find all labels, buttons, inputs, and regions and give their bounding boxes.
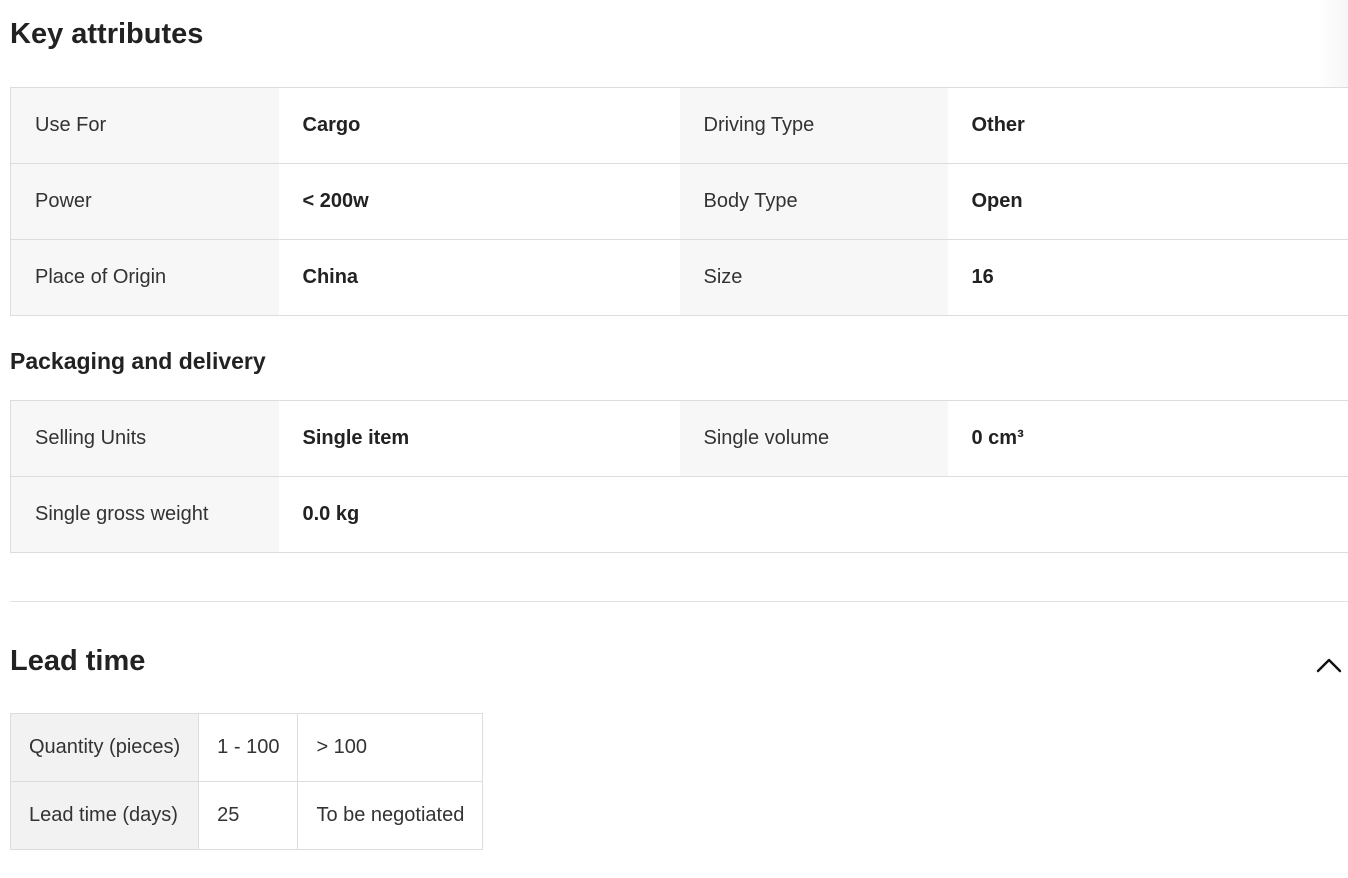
quantity-header: Quantity (pieces) [9,713,200,782]
product-details-page: Key attributes Use For Cargo Driving Typ… [0,0,1348,878]
attribute-label: Single volume [679,400,948,477]
table-row: Quantity (pieces) 1 - 100 > 100 [9,713,484,782]
attribute-label: Driving Type [679,87,948,164]
attribute-label: Selling Units [10,400,279,477]
attribute-value: Cargo [278,87,680,164]
attribute-label: Single gross weight [10,476,279,553]
table-row: Lead time (days) 25 To be negotiated [9,781,484,850]
attribute-value: Single item [278,400,680,477]
lead-days-value: To be negotiated [297,781,484,850]
key-attributes-table: Use For Cargo Driving Type Other Power <… [10,87,1348,316]
attribute-value: China [278,239,680,316]
attribute-value: 0.0 kg [278,476,680,553]
table-row: Selling Units Single item Single volume … [10,400,1348,477]
packaging-title: Packaging and delivery [10,348,266,374]
table-row: Use For Cargo Driving Type Other [10,87,1348,164]
packaging-table: Selling Units Single item Single volume … [10,400,1348,553]
attribute-label: Power [10,163,279,240]
table-row: Single gross weight 0.0 kg [10,476,1348,553]
lead-time-table: Quantity (pieces) 1 - 100 > 100 Lead tim… [9,713,484,850]
attribute-label: Size [679,239,948,316]
attribute-value: 16 [947,239,1348,316]
lead-time-title: Lead time [10,645,146,677]
attribute-value: Open [947,163,1348,240]
empty-cell [947,476,1348,553]
attribute-label: Place of Origin [10,239,279,316]
empty-cell [679,476,948,553]
collapse-button[interactable] [1314,650,1344,680]
quantity-range: 1 - 100 [198,713,299,782]
attribute-value: Other [947,87,1348,164]
lead-days-header: Lead time (days) [9,781,200,850]
table-row: Place of Origin China Size 16 [10,239,1348,316]
section-divider [10,601,1348,602]
chevron-up-icon [1316,658,1342,673]
attribute-value: 0 cm³ [947,400,1348,477]
table-row: Power < 200w Body Type Open [10,163,1348,240]
attribute-label: Use For [10,87,279,164]
lead-days-value: 25 [198,781,299,850]
attribute-label: Body Type [679,163,948,240]
attribute-value: < 200w [278,163,680,240]
quantity-range: > 100 [297,713,484,782]
key-attributes-title: Key attributes [10,18,204,50]
